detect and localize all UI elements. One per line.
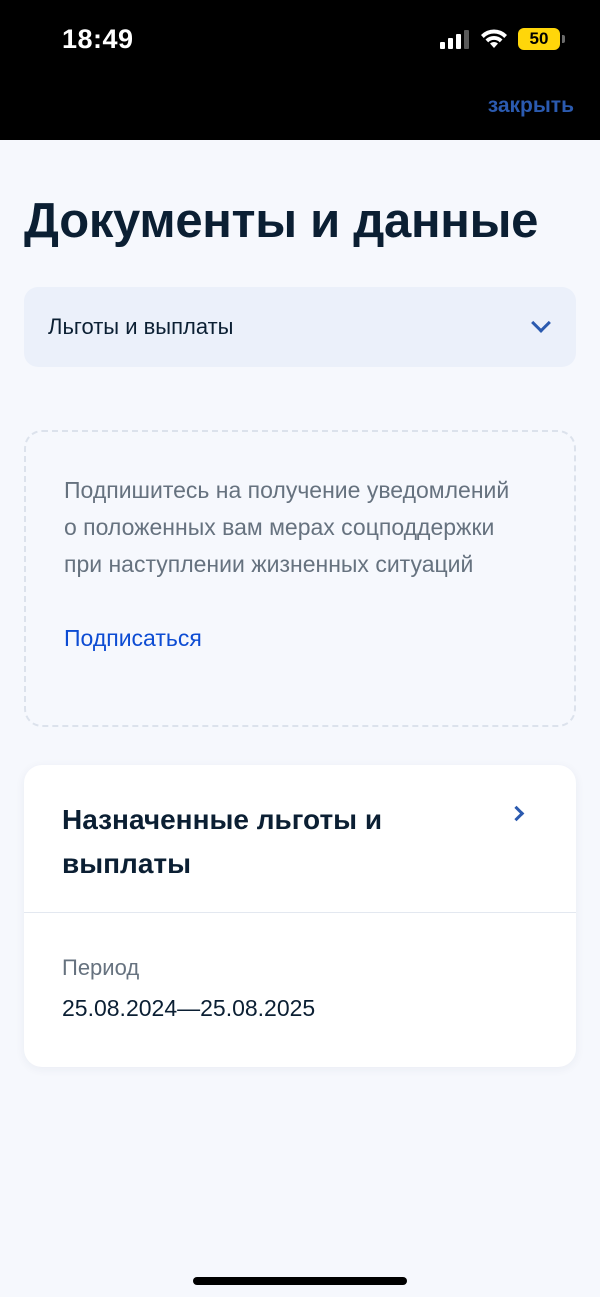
category-dropdown[interactable]: Льготы и выплаты — [24, 287, 576, 367]
chevron-down-icon — [531, 313, 551, 333]
benefits-card-body: Период 25.08.2024—25.08.2025 — [24, 913, 576, 1022]
status-icons: 50 — [440, 28, 565, 50]
subscribe-link[interactable]: Подписаться — [64, 625, 202, 652]
status-time: 18:49 — [62, 24, 134, 54]
promo-text: Подпишитесь на получение уведомлений о п… — [64, 477, 510, 577]
signal-icon — [440, 30, 469, 49]
home-indicator[interactable] — [193, 1277, 407, 1285]
status-bar: 18:49 50 закрыть — [0, 0, 600, 140]
period-label: Период — [62, 955, 140, 980]
dropdown-selected-value: Льготы и выплаты — [48, 314, 234, 339]
wifi-icon — [481, 29, 507, 48]
subscription-promo: Подпишитесь на получение уведомлений о п… — [24, 430, 576, 727]
period-value: 25.08.2024—25.08.2025 — [62, 995, 316, 1021]
benefits-card: Назначенные льготы и выплаты Период 25.0… — [24, 765, 576, 1067]
battery-level: 50 — [529, 29, 549, 48]
battery-icon: 50 — [518, 28, 565, 50]
benefits-card-title: Назначенные льготы и выплаты — [62, 804, 383, 879]
chevron-right-icon — [508, 805, 525, 822]
close-link[interactable]: закрыть — [488, 94, 574, 118]
benefits-card-header[interactable]: Назначенные льготы и выплаты — [24, 765, 576, 913]
page-title: Документы и данные — [24, 194, 539, 248]
